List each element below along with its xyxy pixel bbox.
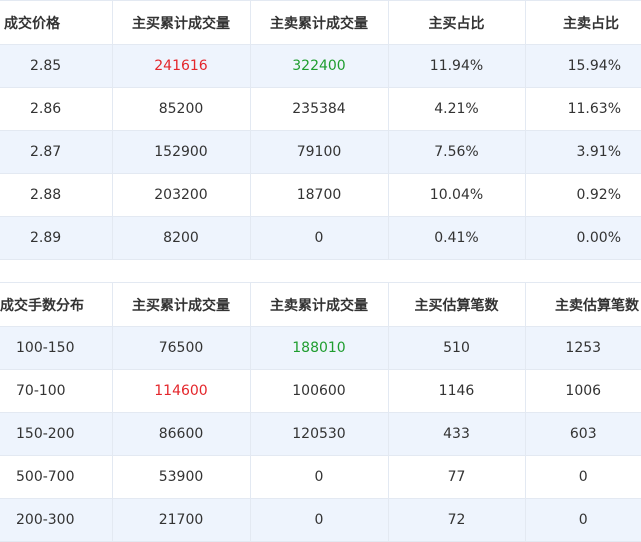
cell-buy-volume: 53900: [112, 455, 251, 499]
header-sell-volume: 主卖累计成交量: [250, 0, 389, 45]
cell-sell-volume: 322400: [250, 44, 389, 88]
lot-size-distribution-table: 成交手数分布 主买累计成交量 主卖累计成交量 主买估算笔数 主卖估算笔数 100…: [0, 282, 641, 542]
cell-sell-volume: 120530: [250, 412, 389, 456]
cell-buy-count: 72: [388, 498, 526, 542]
table-row: 500-700 53900 0 77 0: [0, 455, 641, 499]
cell-sell-volume: 79100: [250, 130, 389, 174]
cell-lot-range: 100-150: [0, 326, 113, 370]
cell-buy-count: 1146: [388, 369, 526, 413]
table-row: 200-300 21700 0 72 0: [0, 498, 641, 542]
cell-sell-volume: 0: [250, 216, 389, 260]
price-distribution-table: 成交价格 主买累计成交量 主卖累计成交量 主买占比 主卖占比 2.85 2416…: [0, 0, 641, 260]
table-row: 2.85 241616 322400 11.94% 15.94%: [0, 44, 641, 88]
table-row: 2.88 203200 18700 10.04% 0.92%: [0, 173, 641, 217]
table-row: 100-150 76500 188010 510 1253: [0, 326, 641, 370]
cell-buy-ratio: 10.04%: [388, 173, 526, 217]
cell-sell-count: 1006: [525, 369, 641, 413]
table-row: 70-100 114600 100600 1146 1006: [0, 369, 641, 413]
cell-buy-count: 77: [388, 455, 526, 499]
cell-buy-volume: 76500: [112, 326, 251, 370]
cell-buy-volume: 241616: [112, 44, 251, 88]
cell-buy-volume: 8200: [112, 216, 251, 260]
cell-buy-volume: 86600: [112, 412, 251, 456]
header-sell-volume: 主卖累计成交量: [250, 282, 389, 327]
cell-sell-ratio: 0.00%: [525, 216, 641, 260]
table-header-row: 成交价格 主买累计成交量 主卖累计成交量 主买占比 主卖占比: [0, 0, 641, 45]
cell-price: 2.86: [0, 87, 113, 131]
cell-price: 2.85: [0, 44, 113, 88]
cell-lot-range: 70-100: [0, 369, 113, 413]
cell-buy-ratio: 0.41%: [388, 216, 526, 260]
cell-buy-volume: 152900: [112, 130, 251, 174]
cell-sell-ratio: 15.94%: [525, 44, 641, 88]
cell-sell-volume: 188010: [250, 326, 389, 370]
cell-sell-count: 0: [525, 498, 641, 542]
cell-lot-range: 150-200: [0, 412, 113, 456]
cell-sell-ratio: 11.63%: [525, 87, 641, 131]
cell-lot-range: 200-300: [0, 498, 113, 542]
cell-buy-volume: 114600: [112, 369, 251, 413]
table-row: 2.87 152900 79100 7.56% 3.91%: [0, 130, 641, 174]
cell-price: 2.88: [0, 173, 113, 217]
cell-buy-count: 510: [388, 326, 526, 370]
cell-price: 2.87: [0, 130, 113, 174]
header-price: 成交价格: [0, 0, 113, 45]
header-buy-ratio: 主买占比: [388, 0, 526, 45]
cell-lot-range: 500-700: [0, 455, 113, 499]
cell-sell-volume: 100600: [250, 369, 389, 413]
cell-sell-volume: 0: [250, 498, 389, 542]
cell-buy-ratio: 11.94%: [388, 44, 526, 88]
cell-sell-count: 603: [525, 412, 641, 456]
cell-buy-ratio: 4.21%: [388, 87, 526, 131]
header-buy-volume: 主买累计成交量: [112, 282, 251, 327]
cell-sell-count: 0: [525, 455, 641, 499]
cell-sell-volume: 0: [250, 455, 389, 499]
table-row: 150-200 86600 120530 433 603: [0, 412, 641, 456]
cell-sell-ratio: 0.92%: [525, 173, 641, 217]
cell-buy-volume: 21700: [112, 498, 251, 542]
table-header-row: 成交手数分布 主买累计成交量 主卖累计成交量 主买估算笔数 主卖估算笔数: [0, 282, 641, 327]
cell-sell-count: 1253: [525, 326, 641, 370]
cell-price: 2.89: [0, 216, 113, 260]
cell-sell-volume: 18700: [250, 173, 389, 217]
cell-buy-volume: 85200: [112, 87, 251, 131]
header-lot-range: 成交手数分布: [0, 282, 113, 327]
cell-buy-count: 433: [388, 412, 526, 456]
header-sell-ratio: 主卖占比: [525, 0, 641, 45]
header-buy-count: 主买估算笔数: [388, 282, 526, 327]
cell-buy-volume: 203200: [112, 173, 251, 217]
cell-sell-ratio: 3.91%: [525, 130, 641, 174]
cell-buy-ratio: 7.56%: [388, 130, 526, 174]
table-row: 2.89 8200 0 0.41% 0.00%: [0, 216, 641, 260]
header-sell-count: 主卖估算笔数: [525, 282, 641, 327]
table-row: 2.86 85200 235384 4.21% 11.63%: [0, 87, 641, 131]
header-buy-volume: 主买累计成交量: [112, 0, 251, 45]
cell-sell-volume: 235384: [250, 87, 389, 131]
